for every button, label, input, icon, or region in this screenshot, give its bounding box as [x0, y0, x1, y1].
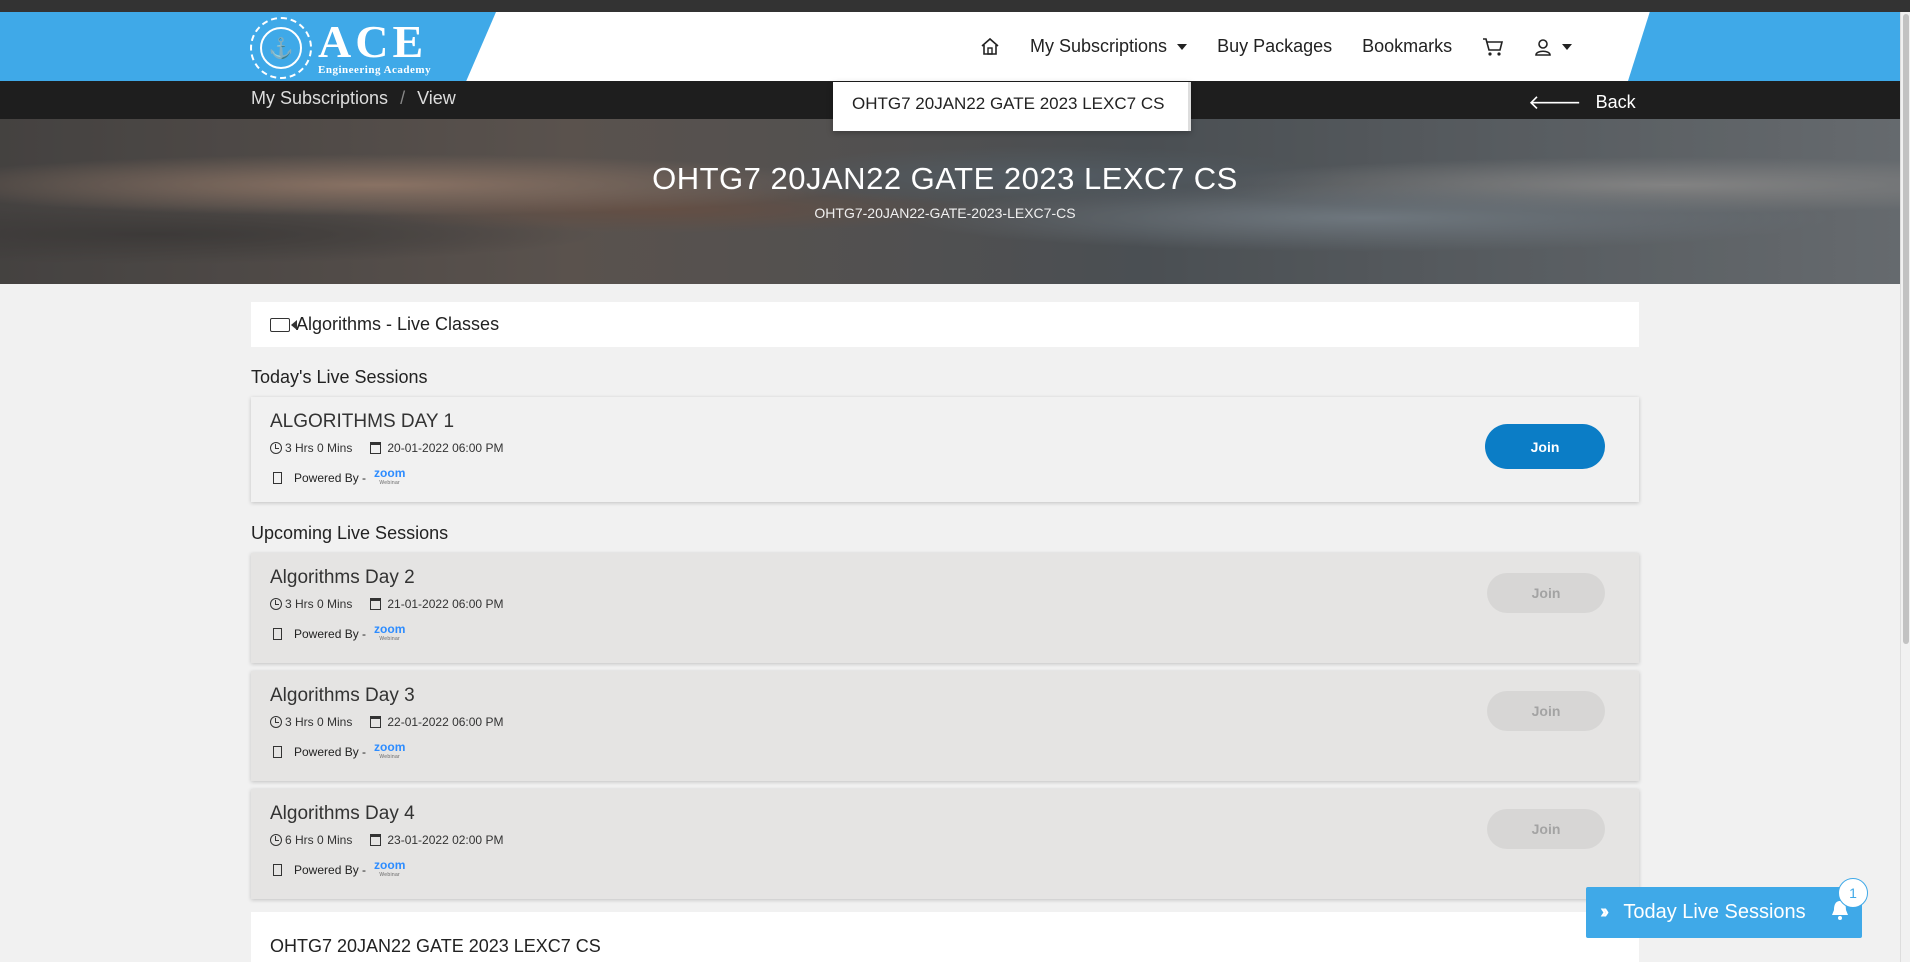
- zoom-logo: zoom Webinar: [374, 741, 405, 762]
- package-title: OHTG7 20JAN22 GATE 2023 LEXC7 CS: [270, 936, 601, 956]
- breadcrumb-view: View: [417, 88, 456, 108]
- session-card: Algorithms Day 4 6 Hrs 0 Mins 23-01-2022…: [251, 789, 1639, 899]
- home-button[interactable]: [980, 37, 1000, 56]
- session-duration: 3 Hrs 0 Mins: [285, 715, 353, 729]
- page-title: OHTG7 20JAN22 GATE 2023 LEXC7 CS: [652, 161, 1238, 196]
- browser-top-strip: [0, 0, 1910, 12]
- zoom-logo: zoom Webinar: [374, 859, 405, 880]
- clock-icon: [270, 442, 282, 454]
- bookmarks-link[interactable]: Bookmarks: [1362, 36, 1452, 57]
- subscriptions-dropdown-item[interactable]: OHTG7 20JAN22 GATE 2023 LEXC7 CS: [833, 82, 1191, 131]
- section-header: Algorithms - Live Classes: [251, 302, 1639, 347]
- page-subtitle: OHTG7-20JAN22-GATE-2023-LEXC7-CS: [814, 205, 1076, 221]
- session-name: Algorithms Day 4: [270, 803, 415, 824]
- chevron-down-icon: [1177, 43, 1188, 50]
- notification-count-badge: 1: [1838, 878, 1868, 908]
- building-icon: [273, 628, 282, 640]
- calendar-icon: [370, 834, 382, 846]
- package-card: OHTG7 20JAN22 GATE 2023 LEXC7 CS: [251, 912, 1639, 962]
- logo-main-text: ACE: [318, 16, 428, 67]
- session-name: Algorithms Day 3: [270, 685, 415, 706]
- hero-overlay: [0, 119, 1900, 284]
- upcoming-sessions-label: Upcoming Live Sessions: [251, 523, 449, 543]
- video-camera-icon: [270, 317, 297, 332]
- powered-by-label: Powered By -: [294, 745, 367, 759]
- today-sessions-label: Today's Live Sessions: [251, 367, 428, 387]
- join-button[interactable]: Join: [1487, 573, 1605, 613]
- user-icon: [1535, 38, 1551, 56]
- home-icon: [981, 37, 999, 55]
- user-menu[interactable]: [1534, 38, 1573, 56]
- breadcrumb: My Subscriptions / View: [251, 88, 456, 109]
- header: ⚓ ACE Engineering Academy: [0, 12, 1900, 81]
- my-subscriptions-menu[interactable]: My Subscriptions: [1030, 36, 1188, 57]
- back-label: Back: [1595, 92, 1636, 112]
- buy-packages-link[interactable]: Buy Packages: [1217, 36, 1332, 57]
- session-duration: 3 Hrs 0 Mins: [285, 441, 353, 455]
- calendar-icon: [370, 716, 382, 728]
- session-name: Algorithms Day 2: [270, 567, 415, 588]
- session-datetime: 21-01-2022 06:00 PM: [387, 597, 504, 611]
- join-button[interactable]: Join: [1485, 424, 1605, 469]
- building-icon: [273, 472, 282, 484]
- logo-emblem-icon: ⚓: [250, 17, 312, 79]
- zoom-logo: zoom Webinar: [374, 623, 405, 644]
- scrollbar-thumb[interactable]: [1903, 14, 1909, 644]
- clock-icon: [270, 834, 282, 846]
- back-button[interactable]: 🡐 Back: [1528, 90, 1636, 115]
- clock-icon: [270, 716, 282, 728]
- calendar-icon: [370, 598, 382, 610]
- today-live-sessions-button[interactable]: ›› Today Live Sessions: [1586, 887, 1862, 938]
- double-chevron-right-icon: ››: [1600, 901, 1610, 923]
- building-icon: [273, 864, 282, 876]
- session-card: Algorithms Day 3 3 Hrs 0 Mins 22-01-2022…: [251, 671, 1639, 781]
- building-icon: [273, 746, 282, 758]
- hero-banner: OHTG7 20JAN22 GATE 2023 LEXC7 CS OHTG7-2…: [0, 119, 1900, 284]
- breadcrumb-separator: /: [400, 88, 406, 108]
- zoom-logo: zoom Webinar: [374, 467, 405, 488]
- cart-icon: [1483, 37, 1504, 56]
- logo[interactable]: ⚓ ACE Engineering Academy: [250, 16, 432, 79]
- section-title: Algorithms - Live Classes: [296, 314, 500, 334]
- session-name: ALGORITHMS DAY 1: [270, 411, 455, 432]
- clock-icon: [270, 598, 282, 610]
- session-datetime: 20-01-2022 06:00 PM: [387, 441, 504, 455]
- session-card: Algorithms Day 2 3 Hrs 0 Mins 21-01-2022…: [251, 553, 1639, 663]
- page-scrollbar[interactable]: [1900, 12, 1910, 962]
- logo-sub-text: Engineering Academy: [318, 64, 432, 76]
- header-blue-right: [1628, 12, 1900, 81]
- main-nav: My Subscriptions Buy Packages Bookmarks: [980, 12, 1602, 81]
- session-duration: 3 Hrs 0 Mins: [285, 597, 353, 611]
- cart-button[interactable]: [1482, 37, 1504, 57]
- session-datetime: 22-01-2022 06:00 PM: [387, 715, 504, 729]
- chevron-down-icon: [1562, 43, 1573, 50]
- join-button[interactable]: Join: [1487, 809, 1605, 849]
- powered-by-label: Powered By -: [294, 471, 367, 485]
- powered-by-label: Powered By -: [294, 627, 367, 641]
- session-duration: 6 Hrs 0 Mins: [285, 833, 353, 847]
- join-button[interactable]: Join: [1487, 691, 1605, 731]
- today-live-sessions-label: Today Live Sessions: [1623, 901, 1806, 923]
- calendar-icon: [370, 442, 382, 454]
- session-card: ALGORITHMS DAY 1 3 Hrs 0 Mins 20-01-2022…: [251, 397, 1639, 502]
- breadcrumb-my-subscriptions[interactable]: My Subscriptions: [251, 88, 388, 109]
- arrow-left-icon: 🡐: [1528, 92, 1582, 114]
- session-datetime: 23-01-2022 02:00 PM: [387, 833, 504, 847]
- my-subscriptions-label: My Subscriptions: [1030, 36, 1168, 56]
- powered-by-label: Powered By -: [294, 863, 367, 877]
